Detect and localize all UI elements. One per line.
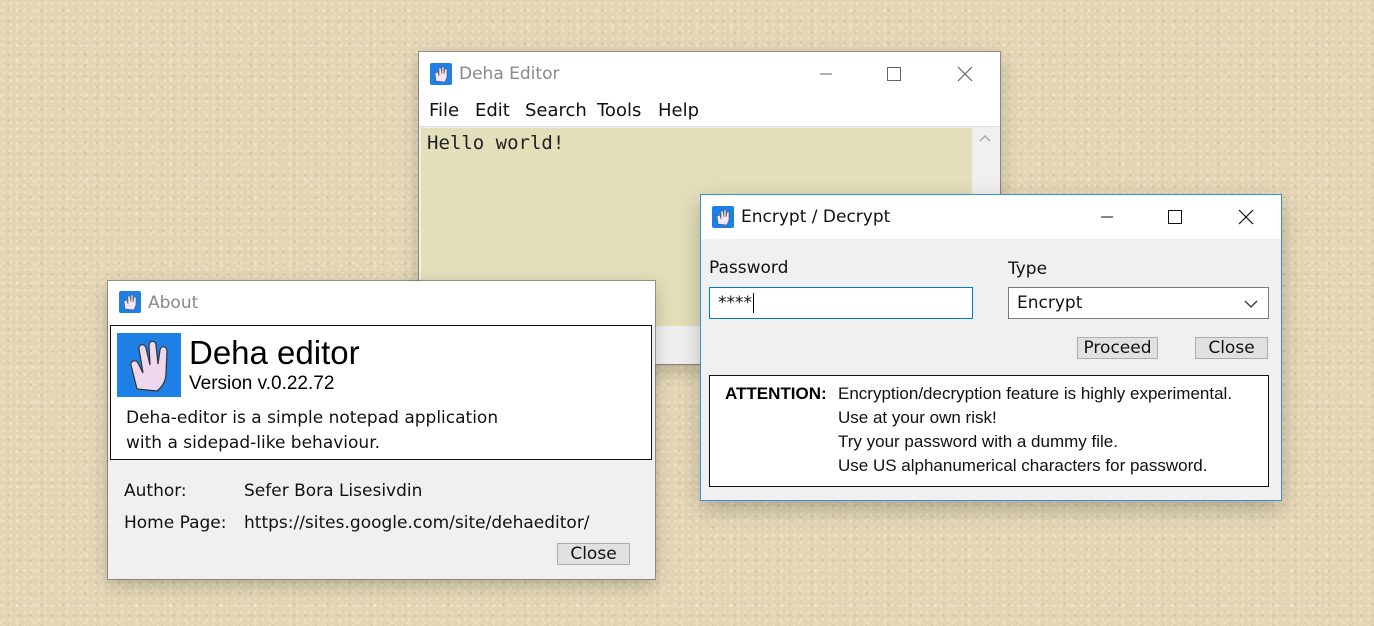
about-titlebar[interactable]: About [108,281,655,325]
menu-edit[interactable]: Edit [475,100,510,121]
homepage-link[interactable]: https://sites.google.com/site/dehaeditor… [244,513,590,533]
about-window: About Deha editor Version v.0.22.72 Deha… [108,281,655,579]
about-title: About [148,293,199,313]
app-logo [117,333,181,397]
menu-help[interactable]: Help [658,100,699,121]
chevron-down-icon [1244,300,1258,308]
hand-app-icon [119,291,141,313]
description-line-2: with a sidepad-like behaviour. [126,433,381,453]
close-icon [1238,209,1254,225]
minimize-button[interactable] [1084,202,1130,232]
maximize-icon [887,67,901,81]
about-close-button[interactable]: Close [557,543,630,565]
app-name: Deha editor [189,334,360,371]
attention-label: ATTENTION: [725,384,827,403]
minimize-icon [820,73,832,75]
scroll-up-icon[interactable] [972,128,998,148]
attention-line-1: Encryption/decryption feature is highly … [838,384,1233,403]
proceed-button[interactable]: Proceed [1077,337,1158,359]
hand-app-icon [430,63,452,85]
close-window-button[interactable] [1223,202,1269,232]
type-label: Type [1008,259,1048,279]
menu-search[interactable]: Search [525,100,587,121]
author-value: Sefer Bora Lisesivdin [244,481,423,501]
menu-file[interactable]: File [429,100,459,121]
maximize-button[interactable] [871,59,917,89]
minimize-button[interactable] [803,59,849,89]
encrypt-title: Encrypt / Decrypt [741,207,891,227]
editor-title: Deha Editor [459,64,560,84]
encrypt-decrypt-window: Encrypt / Decrypt Password **** Type Enc… [701,195,1281,500]
menu-bar: File Edit Search Tools Help [419,96,1000,127]
encrypt-titlebar[interactable]: Encrypt / Decrypt [701,195,1281,239]
text-cursor [753,293,754,313]
type-select[interactable]: Encrypt [1008,287,1269,319]
password-value: **** [718,293,752,313]
menu-tools[interactable]: Tools [597,100,641,121]
editor-titlebar[interactable]: Deha Editor [419,52,1000,96]
password-input[interactable]: **** [709,287,973,319]
minimize-icon [1101,216,1113,218]
author-label: Author: [124,481,187,501]
description-line-1: Deha-editor is a simple notepad applicat… [126,408,499,428]
maximize-icon [1168,210,1182,224]
attention-notice: ATTENTION: Encryption/decryption feature… [709,375,1269,487]
hand-app-icon [712,206,734,228]
type-select-value: Encrypt [1017,293,1083,313]
attention-line-4: Use US alphanumerical characters for pas… [838,456,1208,475]
encrypt-close-button[interactable]: Close [1195,337,1268,359]
homepage-label: Home Page: [124,513,227,533]
hand-logo-icon [130,340,168,392]
close-icon [957,66,973,82]
maximize-button[interactable] [1152,202,1198,232]
close-window-button[interactable] [942,59,988,89]
attention-line-3: Try your password with a dummy file. [838,432,1118,451]
about-info-panel: Deha editor Version v.0.22.72 Deha-edito… [110,325,652,460]
app-version: Version v.0.22.72 [189,373,335,394]
attention-line-2: Use at your own risk! [838,408,997,427]
password-label: Password [709,258,789,278]
